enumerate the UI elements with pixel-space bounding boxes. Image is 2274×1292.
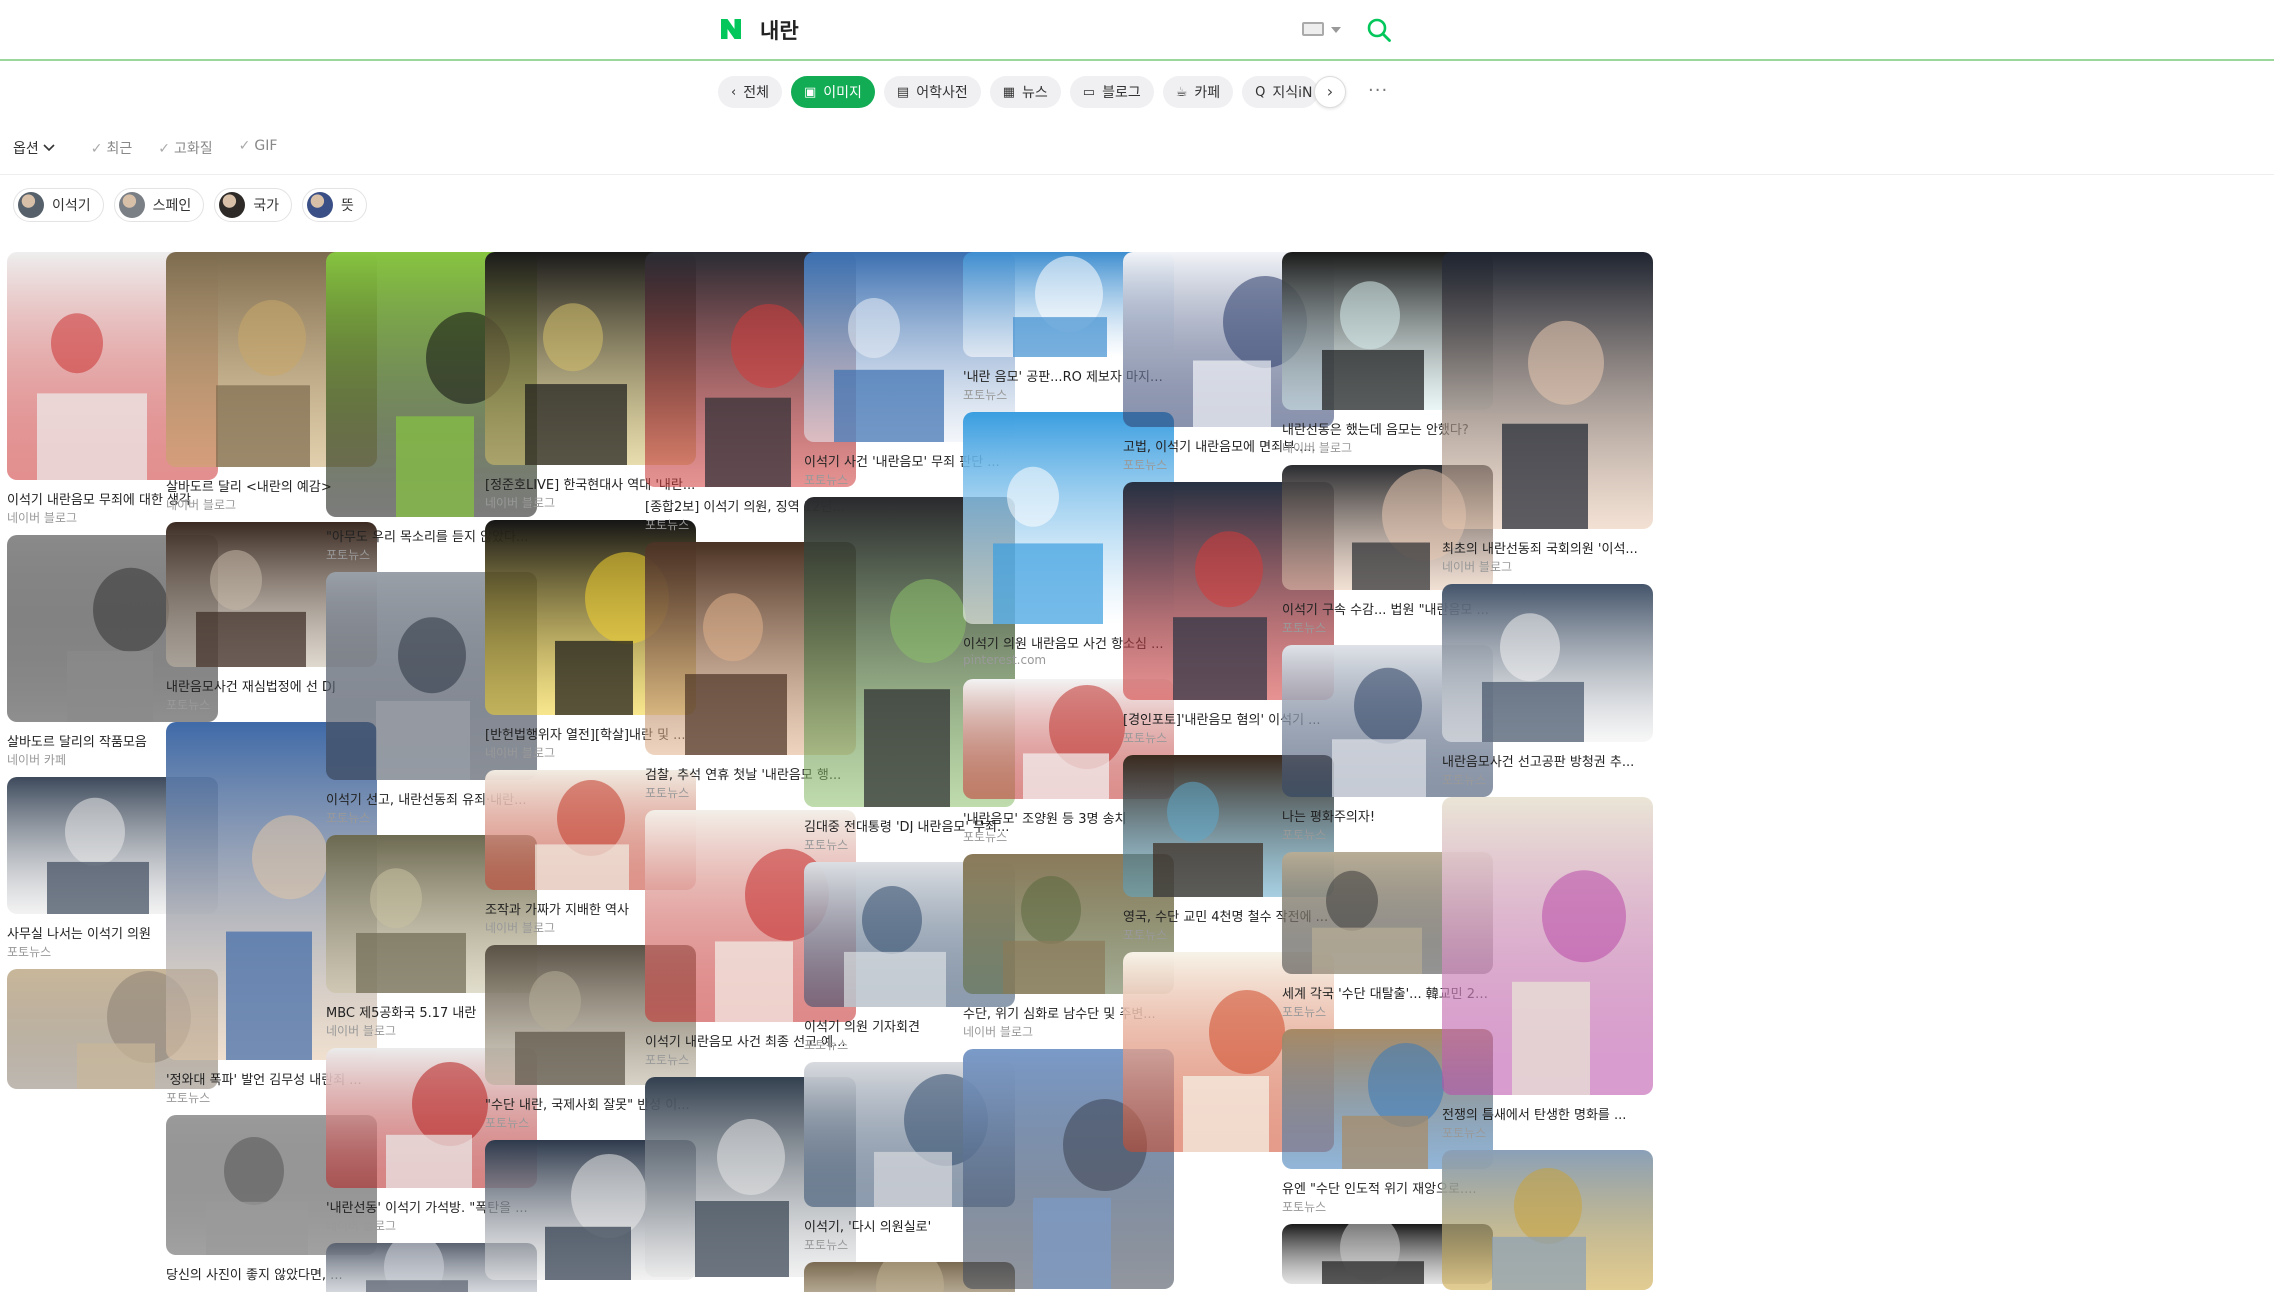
image-result-card[interactable]: 전쟁의 틈새에서 탄생한 명화를 ... 포토뉴스 (1442, 797, 1653, 1139)
chip-label: 뜻 (341, 198, 354, 214)
chip-thumbnail (18, 192, 44, 218)
question-icon: Q (1255, 84, 1266, 100)
image-source: 포토뉴스 (1442, 1126, 1487, 1139)
options-label: 옵션 (13, 141, 39, 157)
check-icon: ✓ (158, 141, 170, 157)
image-icon: ▣ (803, 84, 817, 100)
check-icon: ✓ (90, 141, 103, 157)
tab-label: 이미지 (823, 85, 862, 101)
tab-1[interactable]: ▣ 이미지 (790, 76, 875, 108)
image-grid: 이석기 내란음모 무죄에 대한 생각 네이버 블로그 살바도르 달리의 작품모음 네이… (7, 252, 2274, 1292)
cafe-icon: ☕ (1175, 84, 1188, 100)
related-chip[interactable]: 이석기 (13, 188, 104, 222)
filter-label: GIF (254, 138, 278, 154)
image-caption[interactable]: 내란음모사건 선고공판 방청권 추... (1442, 751, 1653, 768)
search-icon[interactable] (1366, 17, 1392, 43)
tab-label: 지식iN (1272, 85, 1313, 101)
filter-option[interactable]: ✓ 최근 (91, 138, 133, 158)
tab-label: 어학사전 (916, 85, 968, 101)
chip-thumbnail (219, 192, 246, 218)
image-result-card[interactable] (1442, 1150, 1653, 1290)
options-row: 옵션 ✓ 최근 ✓ 고화질 ✓ GIF (13, 137, 303, 159)
keyboard-icon[interactable] (1302, 22, 1324, 36)
dictionary-icon: ▤ (896, 84, 910, 100)
chip-thumbnail (307, 192, 334, 218)
search-tabs: ‹ 전체 ▣ 이미지 ▤ 어학사전 ▦ 뉴스 ▭ 블로그 ☕ 카페 Q 지식iN (718, 76, 1319, 108)
chevron-down-icon (43, 144, 55, 152)
image-result-card[interactable]: 내란음모사건 선고공판 방청권 추... 포토뉴스 (1442, 584, 1653, 786)
news-icon: ▦ (1002, 84, 1016, 100)
image-result-card[interactable]: 최초의 내란선동죄 국회의원 '이석... 네이버 블로그 (1442, 252, 1653, 573)
filter-label: 고화질 (174, 141, 213, 157)
chip-label: 스페인 (152, 198, 192, 214)
related-chip[interactable]: 스페인 (113, 188, 205, 222)
image-caption[interactable]: 전쟁의 틈새에서 탄생한 명화를 ... (1442, 1104, 1653, 1121)
tab-label: 뉴스 (1022, 85, 1048, 101)
divider (0, 174, 2274, 175)
check-icon: ✓ (238, 138, 251, 154)
chevron-down-icon[interactable] (1331, 27, 1341, 33)
tab-label: 카페 (1194, 85, 1221, 101)
image-thumbnail[interactable] (1442, 252, 1653, 529)
search-query[interactable]: 내란 (760, 15, 799, 45)
filter-option[interactable]: ✓ 고화질 (158, 138, 212, 158)
related-chip[interactable]: 뜻 (302, 188, 367, 222)
options-menu[interactable]: 옵션 (13, 138, 55, 158)
image-source: 네이버 블로그 (1442, 560, 1513, 573)
filter-option[interactable]: ✓ GIF (239, 138, 278, 158)
tab-2[interactable]: ▤ 어학사전 (883, 76, 981, 108)
tab-5[interactable]: ☕ 카페 (1162, 76, 1234, 108)
chip-thumbnail (118, 192, 145, 218)
tab-label: 전체 (743, 85, 769, 101)
chevron-right-icon[interactable]: › (1314, 76, 1346, 108)
chip-label: 이석기 (52, 198, 91, 214)
image-thumbnail[interactable] (1442, 797, 1653, 1095)
filter-label: 최근 (106, 141, 133, 157)
image-column: 최초의 내란선동죄 국회의원 '이석... 네이버 블로그내란음모사건 선고공판 … (1442, 252, 1653, 1292)
tab-0[interactable]: ‹ 전체 (718, 76, 782, 108)
tab-6[interactable]: Q 지식iN (1242, 76, 1319, 108)
chip-label: 국가 (253, 198, 280, 214)
image-thumbnail[interactable] (1442, 1150, 1653, 1290)
image-caption[interactable]: 최초의 내란선동죄 국회의원 '이석... (1442, 538, 1653, 555)
more-options-icon[interactable]: ··· (1368, 80, 1388, 101)
naver-logo-icon[interactable] (718, 16, 744, 42)
tab-3[interactable]: ▦ 뉴스 (989, 76, 1061, 108)
header-bar: 내란 (0, 0, 2274, 61)
tab-label: 블로그 (1102, 85, 1141, 101)
image-source: 포토뉴스 (1442, 773, 1487, 786)
blog-icon: ▭ (1082, 84, 1096, 100)
related-chip[interactable]: 국가 (214, 188, 293, 222)
image-thumbnail[interactable] (1442, 584, 1653, 742)
tab-4[interactable]: ▭ 블로그 (1069, 76, 1154, 108)
related-chips: 이석기 스페인 국가 뜻 (13, 188, 367, 222)
chevron-left-icon: ‹ (731, 84, 737, 100)
filter-list: ✓ 최근 ✓ 고화질 ✓ GIF (91, 138, 304, 158)
